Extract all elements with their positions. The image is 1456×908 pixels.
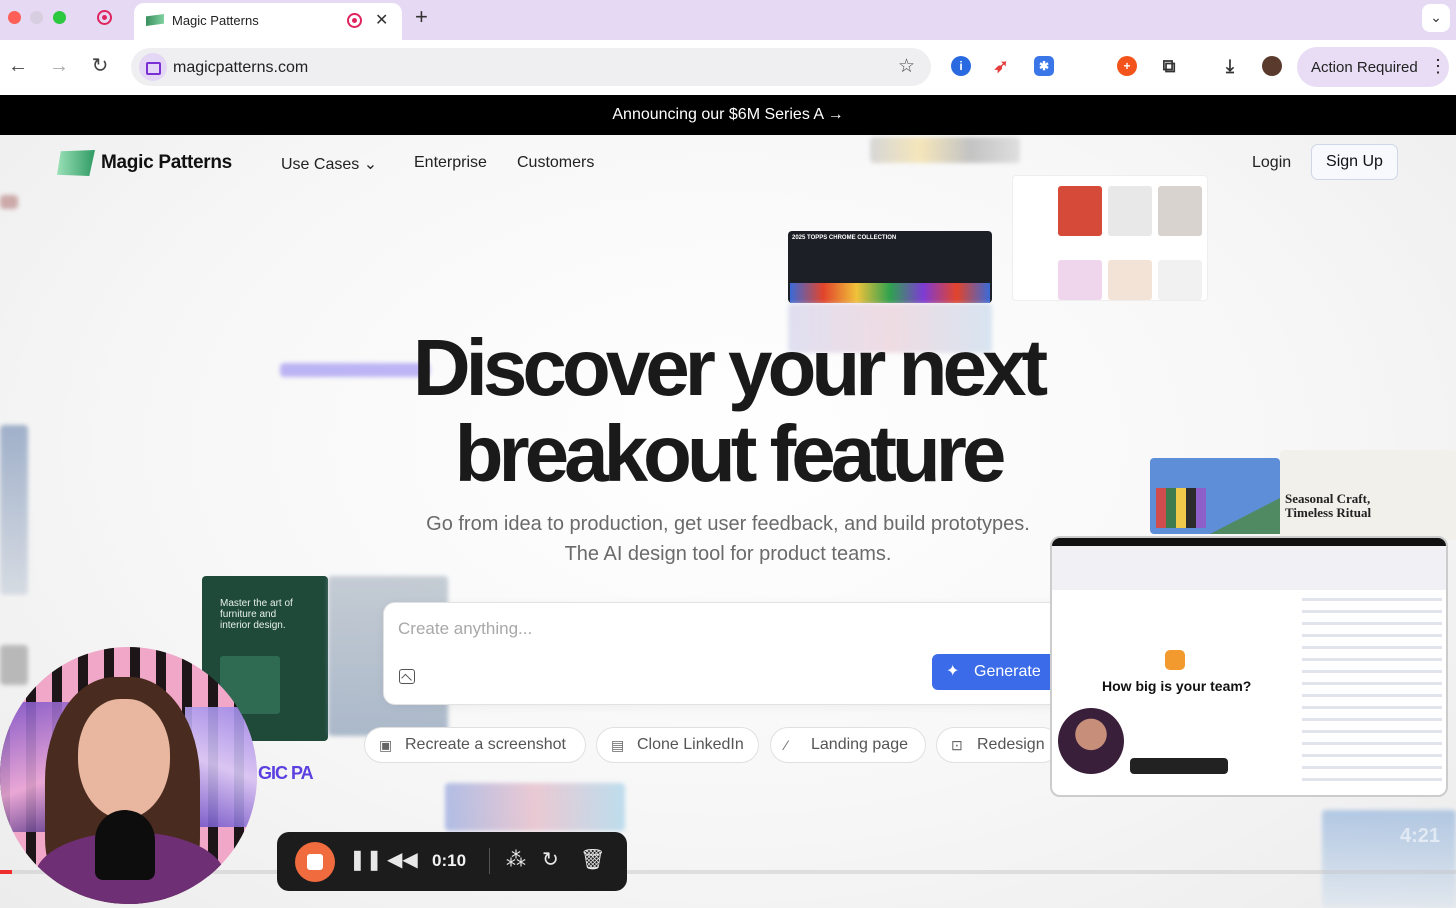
suggestion-label: Redesign [977,736,1045,753]
nav-enterprise[interactable]: Enterprise [414,154,487,172]
announcement-banner[interactable]: Announcing our $6M Series A → [0,95,1456,135]
announcement-text[interactable]: Announcing our $6M Series A → [612,106,843,123]
close-window-button[interactable] [8,11,21,24]
sneakers-thumbnail [1012,175,1208,301]
hero-title-line-2: breakout feature [454,409,1007,498]
prompt-input[interactable] [398,619,998,639]
address-bar[interactable]: magicpatterns.com ☆ [131,48,931,86]
extensions-puzzle-icon[interactable]: ⧉ [1159,56,1179,76]
plus-extension-icon[interactable]: + [1117,56,1137,76]
site-logo-text[interactable]: Magic Patterns [101,152,232,174]
sparkle-icon: ✦ [946,663,960,680]
interior-line-3: interior design. [220,620,286,631]
magic-wand-icon: ⁄ [785,737,788,753]
landing-page: 2025 TOPPS CHROME COLLECTION Master the … [0,135,1456,908]
forward-button[interactable]: → [47,54,71,78]
close-tab-icon[interactable]: ✕ [375,10,388,30]
back-button[interactable]: ← [6,54,30,78]
bookmark-star-icon[interactable]: ☆ [898,55,915,78]
stop-recording-button[interactable] [295,842,335,882]
seasonal-line-1: Seasonal Craft, [1285,491,1371,506]
suggestion-label: Clone LinkedIn [637,736,744,753]
video-duration-watermark: 4:21 [1400,825,1441,847]
bg-thumbnail [0,425,28,595]
pause-icon[interactable]: ❚❚ [349,848,383,872]
attach-image-icon[interactable] [399,669,415,684]
interior-line-1: Master the art of [220,598,293,609]
address-url[interactable]: magicpatterns.com [173,59,308,77]
reload-button[interactable]: ↻ [88,54,112,78]
suggestion-landing-page[interactable]: ⁄ Landing page [770,727,926,763]
magic-patterns-logo-icon[interactable] [57,150,95,176]
restart-icon[interactable]: ↻ [542,848,559,872]
action-required-label: Action Required [1311,59,1418,76]
magic-patterns-wordmark: GIC PA [258,763,314,783]
tab-magic-patterns[interactable]: Magic Patterns ✕ [134,3,402,40]
grid-extension-icon[interactable]: ✱ [1034,56,1054,76]
hero-title-line-1: Discover your next [412,323,1048,412]
hero-title: Discover your next breakout feature [340,325,1116,497]
screen-record-icon[interactable] [139,53,167,81]
new-tab-button[interactable]: + [415,4,428,30]
interior-line-2: furniture and [220,609,277,620]
suggestion-clone-linkedin[interactable]: ▤ Clone LinkedIn [596,727,759,763]
suggestion-recreate-screenshot[interactable]: ▣ Recreate a screenshot [364,727,586,763]
downloads-icon[interactable]: ⤓ [1220,56,1240,76]
image-search-icon: ▣ [379,737,393,753]
nav-customers[interactable]: Customers [517,154,594,172]
minimize-window-button[interactable] [30,11,43,24]
generate-button[interactable]: ✦ Generate [932,654,1062,690]
action-required-button[interactable]: Action Required ⋮ [1297,47,1449,87]
bg-thumbnail [445,783,625,831]
seasonal-line-2: Timeless Ritual [1285,505,1372,520]
tab-title: Magic Patterns [172,13,259,28]
redesign-icon: ⊡ [951,737,963,753]
rewind-icon[interactable]: ◀◀ [387,848,418,872]
seasonal-craft-title: Seasonal Craft, Timeless Ritual [1285,492,1371,520]
suggestion-label: Landing page [811,736,908,753]
more-menu-icon[interactable]: ⋮ [1429,56,1447,77]
demo-side-panel [1302,598,1442,788]
prompt-box: ✦ Generate [383,602,1073,705]
recording-controls: ❚❚ ◀◀ 0:10 ⁂ ↻ 🗑 [277,832,627,891]
microphone-icon [95,810,155,880]
delete-recording-icon[interactable]: 🗑 [580,848,605,872]
zoom-window-button[interactable] [53,11,66,24]
linkedin-icon: ▤ [611,737,625,753]
bg-thumbnail [870,137,1020,163]
cards-collection-thumbnail: 2025 TOPPS CHROME COLLECTION [788,231,992,303]
generate-label: Generate [974,663,1041,680]
bg-thumbnail [0,645,28,685]
demo-record-controls [1130,758,1228,774]
demo-browser-bar [1052,546,1446,590]
demo-webcam-avatar [1058,708,1124,774]
demo-app-icon [1165,650,1185,670]
suggestion-redesign[interactable]: ⊡ Redesign [936,727,1060,763]
video-progress-fill [0,870,12,874]
password-extension-icon[interactable]: i [951,56,971,76]
demo-video-window[interactable]: How big is your team? [1050,536,1448,797]
bg-thumbnail [0,195,18,209]
profile-avatar[interactable] [1262,56,1282,76]
tab-search-chevron-icon[interactable]: ⌄ [1422,4,1450,32]
nav-use-cases[interactable]: Use Cases ⌄ [281,154,377,174]
bird-extension-icon[interactable]: ➶ [991,56,1011,76]
browser-tab-bar: Magic Patterns ✕ + ⌄ [0,0,1456,40]
sign-up-button[interactable]: Sign Up [1311,144,1398,180]
tab-recording-icon [347,13,362,28]
webcam-bubble[interactable] [0,647,257,904]
hero-subtitle-line-1: Go from idea to production, get user fee… [426,513,1030,535]
site-favicon-icon [146,14,164,26]
color-palette-thumbnail [1150,458,1280,534]
demo-question: How big is your team? [1102,678,1252,694]
recording-elapsed-time: 0:10 [432,851,467,870]
drawing-tool-icon[interactable]: ⁂ [506,848,526,872]
suggestion-label: Recreate a screenshot [405,736,566,753]
hero-subtitle: Go from idea to production, get user fee… [360,509,1096,569]
recording-indicator-icon [97,10,112,25]
login-link[interactable]: Login [1252,154,1291,172]
hero-subtitle-line-2: The AI design tool for product teams. [564,543,892,565]
cards-title: 2025 TOPPS CHROME COLLECTION [792,235,897,241]
browser-toolbar: ← → ↻ magicpatterns.com ☆ i ➶ ✱ + ⧉ ⤓ Ac… [0,40,1456,95]
